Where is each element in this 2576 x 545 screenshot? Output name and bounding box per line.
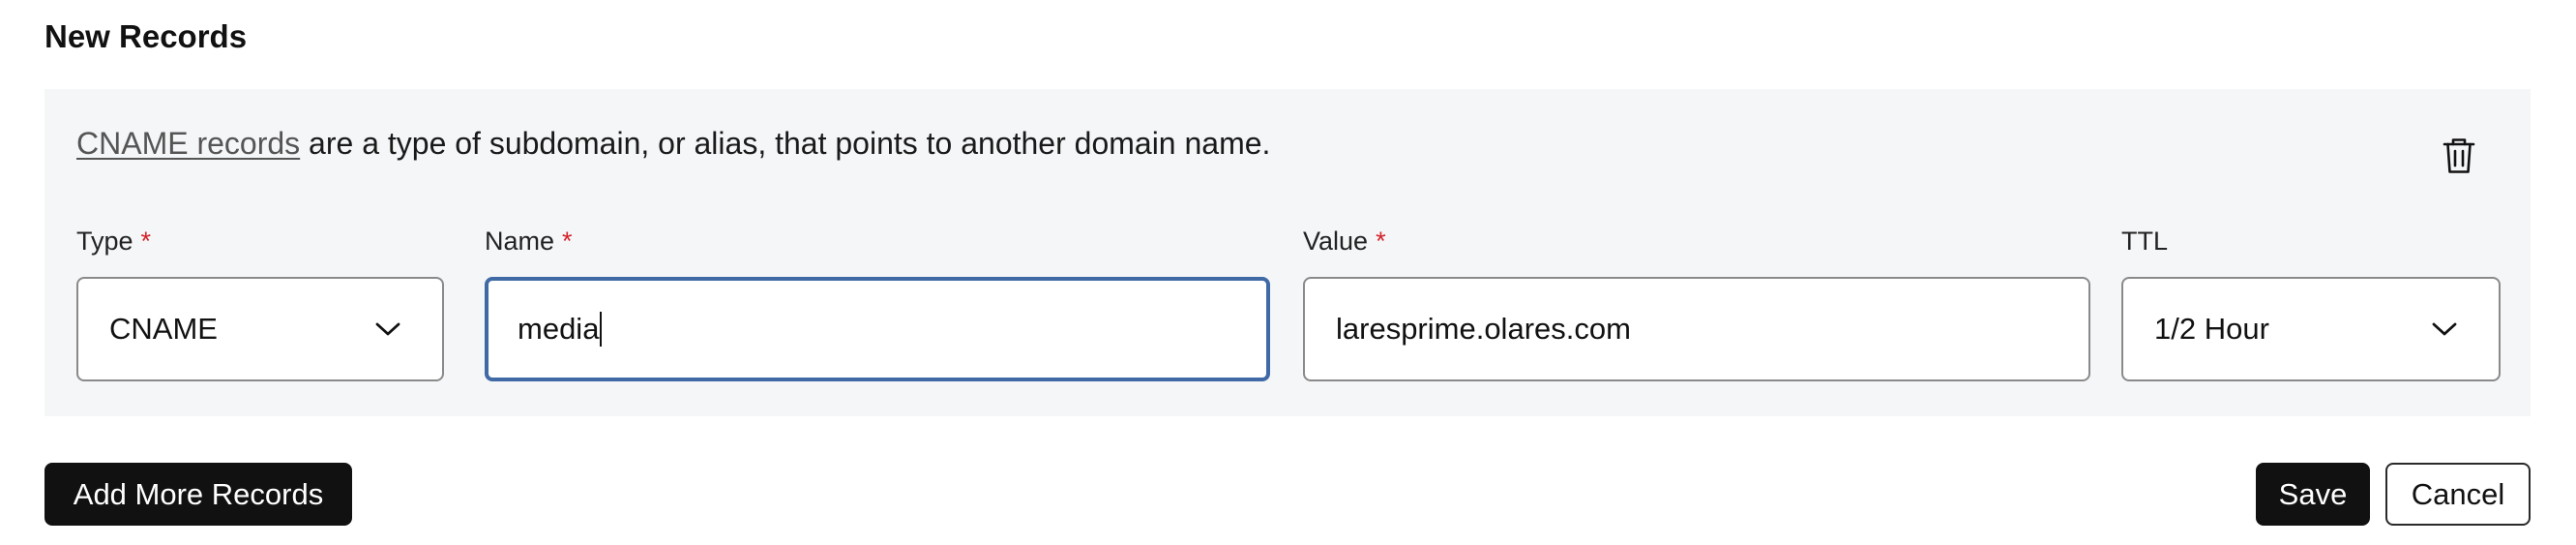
type-label-text: Type <box>76 227 133 256</box>
record-info-text: CNAME records are a type of subdomain, o… <box>76 124 1270 163</box>
delete-record-button[interactable] <box>2435 132 2483 180</box>
value-input-value: laresprime.olares.com <box>1336 312 1631 346</box>
text-caret <box>600 311 603 347</box>
cancel-button[interactable]: Cancel <box>2385 463 2531 526</box>
name-label: Name * <box>485 225 573 257</box>
record-info-description: are a type of subdomain, or alias, that … <box>300 126 1271 161</box>
save-button[interactable]: Save <box>2256 463 2370 526</box>
type-select-value: CNAME <box>109 312 218 346</box>
name-input-value: media <box>518 312 600 346</box>
ttl-label: TTL <box>2121 227 2169 256</box>
name-label-text: Name <box>485 227 555 256</box>
section-title: New Records <box>44 18 248 54</box>
trash-icon <box>2443 138 2475 173</box>
type-label: Type * <box>76 225 151 257</box>
chevron-down-icon <box>2427 312 2462 347</box>
cname-record-panel: CNAME records are a type of subdomain, o… <box>44 89 2531 416</box>
cname-records-link[interactable]: CNAME records <box>76 126 300 161</box>
value-input[interactable]: laresprime.olares.com <box>1303 277 2090 381</box>
add-more-records-button[interactable]: Add More Records <box>44 463 352 526</box>
chevron-down-icon <box>370 312 405 347</box>
ttl-select[interactable]: 1/2 Hour <box>2121 277 2501 381</box>
ttl-select-value: 1/2 Hour <box>2154 312 2269 346</box>
name-required-mark: * <box>562 227 573 256</box>
name-input-container: media <box>489 311 1266 347</box>
value-label: Value * <box>1303 225 1386 257</box>
name-input[interactable]: media <box>485 277 1270 381</box>
type-required-mark: * <box>140 227 152 256</box>
value-required-mark: * <box>1376 227 1386 256</box>
new-records-page: New Records CNAME records are a type of … <box>0 0 2576 545</box>
type-select[interactable]: CNAME <box>76 277 444 381</box>
value-label-text: Value <box>1303 227 1369 256</box>
